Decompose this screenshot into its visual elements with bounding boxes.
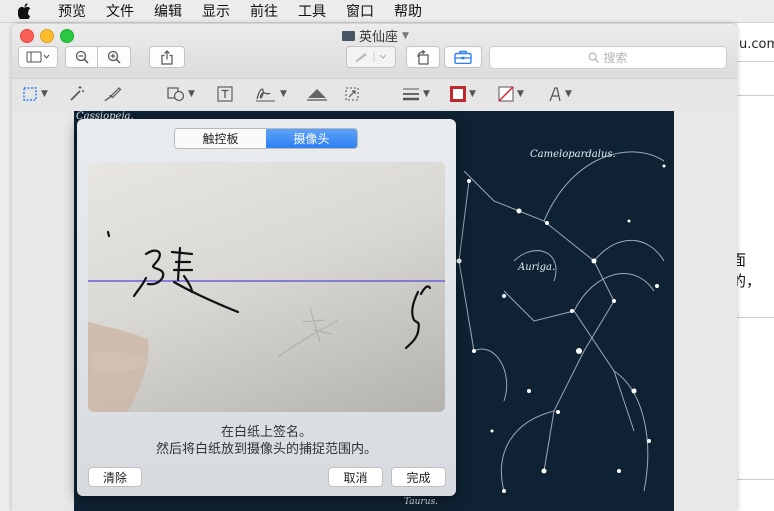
zoom-in-button[interactable] bbox=[97, 46, 131, 68]
signature-source-tabs: 触控板 摄像头 bbox=[174, 128, 358, 149]
chevron-down-icon: ▼ bbox=[517, 89, 524, 99]
divider bbox=[737, 61, 774, 62]
title-bar: 英仙座 ▼ 搜索 bbox=[12, 24, 737, 78]
window-title: 英仙座 ▼ bbox=[342, 26, 409, 45]
shapes-tool[interactable]: ▼ bbox=[167, 83, 195, 105]
markup-toolbar: ▼ ▼ ▼ ▼ ▼ ▼ ▼ bbox=[12, 78, 737, 112]
tab-camera[interactable]: 摄像头 bbox=[266, 129, 357, 148]
chevron-down-icon: ▼ bbox=[469, 89, 476, 99]
chevron-down-icon[interactable]: ▼ bbox=[402, 31, 409, 41]
share-icon bbox=[161, 49, 173, 65]
chevron-down-icon: ▼ bbox=[41, 89, 48, 99]
resize-icon bbox=[345, 87, 359, 101]
adjust-color-tool[interactable] bbox=[306, 83, 328, 105]
text-box-icon bbox=[217, 86, 233, 102]
divider bbox=[737, 95, 774, 96]
fill-color-tool[interactable]: ▼ bbox=[498, 83, 524, 105]
chevron-down-icon: ▼ bbox=[280, 89, 287, 99]
window-title-text: 英仙座 bbox=[359, 30, 399, 45]
sidebar-icon bbox=[26, 51, 50, 63]
text-style-tool[interactable]: ▼ bbox=[548, 83, 572, 105]
menu-help[interactable]: 帮助 bbox=[394, 1, 422, 21]
shapes-icon bbox=[167, 87, 185, 102]
constellation-label: Camelopardalus. bbox=[530, 149, 616, 160]
instructions: 在白纸上签名。 然后将白纸放到摄像头的捕捉范围内。 bbox=[77, 424, 456, 458]
divider bbox=[737, 479, 774, 480]
text-tool[interactable] bbox=[217, 83, 233, 105]
rotate-icon bbox=[417, 49, 429, 65]
instruction-line: 在白纸上签名。 bbox=[220, 425, 312, 440]
fill-color-icon bbox=[498, 86, 514, 102]
close-button[interactable] bbox=[20, 29, 34, 43]
toolbox-icon bbox=[454, 50, 472, 64]
constellation-label: Auriga. bbox=[518, 262, 556, 273]
signature-panel: 触控板 摄像头 在白纸上签名。 然后将白纸放到摄像头的捕捉范围内。 清除 取消 … bbox=[77, 119, 456, 496]
camera-capture-image bbox=[88, 230, 445, 412]
menu-preview[interactable]: 预览 bbox=[58, 1, 86, 21]
minimize-button[interactable] bbox=[40, 29, 54, 43]
magic-wand-icon bbox=[70, 86, 84, 101]
chevron-down-icon: ▼ bbox=[565, 89, 572, 99]
divider bbox=[737, 317, 774, 318]
done-button[interactable]: 完成 bbox=[391, 467, 446, 487]
menu-window[interactable]: 窗口 bbox=[346, 1, 374, 21]
chevron-down-icon: ▼ bbox=[188, 89, 195, 99]
menu-tools[interactable]: 工具 bbox=[298, 1, 326, 21]
instant-alpha-tool[interactable] bbox=[67, 83, 85, 105]
rectangular-selection-icon bbox=[23, 87, 37, 101]
rotate-button[interactable] bbox=[406, 46, 440, 68]
apple-icon[interactable] bbox=[18, 3, 38, 19]
signature-tool[interactable]: ▼ bbox=[255, 83, 287, 105]
shape-style-tool[interactable]: ▼ bbox=[402, 83, 430, 105]
text-style-icon bbox=[549, 87, 561, 102]
document-icon bbox=[342, 30, 355, 41]
sketch-tool[interactable] bbox=[102, 83, 122, 105]
signature-icon bbox=[256, 88, 275, 102]
toolbox-button[interactable] bbox=[444, 46, 482, 68]
border-color-icon bbox=[450, 86, 466, 102]
line-style-icon bbox=[403, 88, 419, 101]
search-icon bbox=[588, 52, 600, 63]
search-input[interactable]: 搜索 bbox=[489, 46, 727, 69]
camera-preview bbox=[88, 162, 445, 412]
markup-toolbar-button[interactable] bbox=[346, 46, 396, 68]
constellation-label: Taurus. bbox=[404, 497, 439, 507]
adjust-size-tool[interactable] bbox=[344, 83, 360, 105]
menu-file[interactable]: 文件 bbox=[106, 1, 134, 21]
zoom-in-icon bbox=[107, 50, 121, 64]
zoom-button[interactable] bbox=[60, 29, 74, 43]
sidebar-toggle-button[interactable] bbox=[18, 46, 58, 68]
pen-icon bbox=[355, 52, 387, 62]
border-color-tool[interactable]: ▼ bbox=[450, 83, 476, 105]
clear-button[interactable]: 清除 bbox=[88, 467, 142, 487]
menu-edit[interactable]: 编辑 bbox=[154, 1, 182, 21]
cancel-button[interactable]: 取消 bbox=[328, 467, 383, 487]
search-placeholder: 搜索 bbox=[603, 51, 628, 65]
adjust-color-icon bbox=[307, 89, 327, 101]
background-text-fragment: 面的， bbox=[731, 251, 762, 290]
menu-view[interactable]: 显示 bbox=[202, 1, 230, 21]
menu-bar: 预览 文件 编辑 显示 前往 工具 窗口 帮助 bbox=[0, 0, 774, 23]
zoom-out-icon bbox=[75, 50, 89, 64]
tab-trackpad[interactable]: 触控板 bbox=[175, 129, 266, 148]
instruction-line: 然后将白纸放到摄像头的捕捉范围内。 bbox=[155, 442, 377, 457]
background-window: u.com 面的， bbox=[731, 23, 774, 511]
background-url-fragment: u.com bbox=[739, 37, 774, 52]
menu-go[interactable]: 前往 bbox=[250, 1, 278, 21]
zoom-out-button[interactable] bbox=[65, 46, 98, 68]
selection-tool[interactable]: ▼ bbox=[22, 83, 48, 105]
chevron-down-icon: ▼ bbox=[423, 89, 430, 99]
sketch-icon bbox=[104, 87, 122, 102]
share-button[interactable] bbox=[149, 46, 185, 68]
